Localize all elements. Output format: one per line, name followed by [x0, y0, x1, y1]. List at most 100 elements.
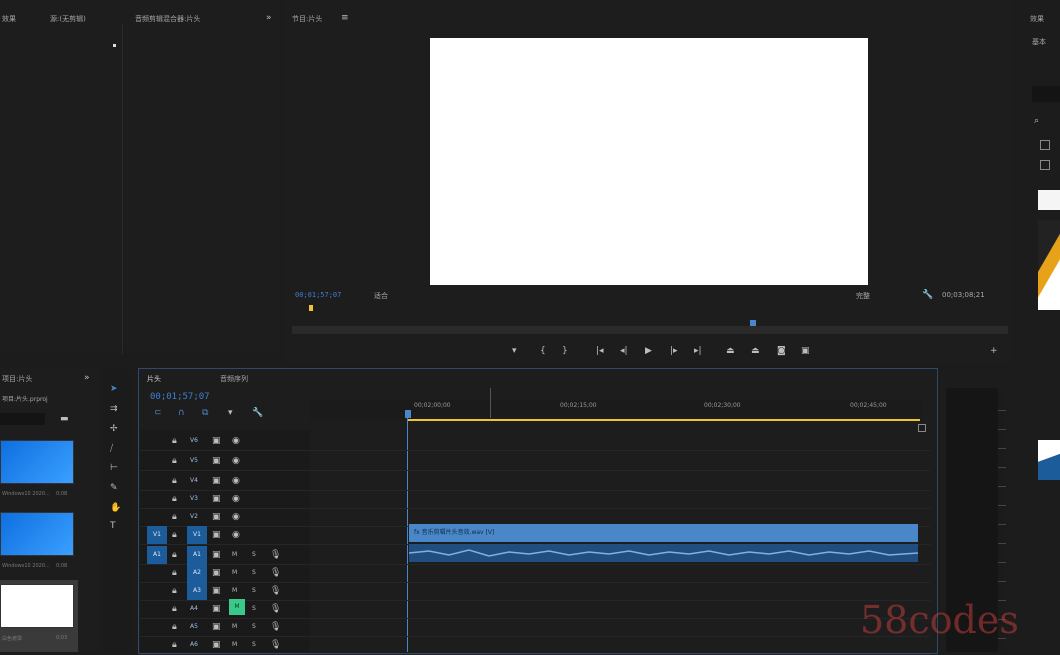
- mic-icon[interactable]: 🎙︎: [270, 550, 281, 560]
- mic-icon[interactable]: 🎙︎: [270, 568, 281, 578]
- razor-icon[interactable]: ⧸: [110, 444, 113, 454]
- audio-clip[interactable]: [409, 544, 918, 562]
- add-marker-icon[interactable]: ▾: [512, 346, 517, 356]
- program-monitor-title[interactable]: 节目:片头: [292, 14, 322, 24]
- preset-thumb-2[interactable]: [1038, 220, 1060, 310]
- effects-panel-title[interactable]: 效果: [2, 14, 16, 24]
- double-chevron-icon[interactable]: »: [266, 13, 272, 23]
- mic-icon[interactable]: 🎙︎: [270, 586, 281, 596]
- track-label-a5[interactable]: A5: [187, 620, 201, 634]
- audio-mixer-tab[interactable]: 音频剪辑混合器:片头: [135, 14, 200, 24]
- ripple-edit-icon[interactable]: ✢: [110, 424, 118, 434]
- type-tool-icon[interactable]: T: [110, 521, 116, 531]
- project-thumb-2[interactable]: [0, 512, 74, 556]
- snap-icon[interactable]: ∩: [178, 408, 185, 418]
- lock-icon[interactable]: 🔒︎: [172, 550, 177, 560]
- mic-icon[interactable]: 🎙︎: [270, 622, 281, 632]
- step-back-icon[interactable]: ◂|: [620, 346, 628, 356]
- track-label-v6[interactable]: V6: [187, 434, 201, 448]
- timeline-ruler[interactable]: [310, 400, 922, 420]
- lock-icon[interactable]: 🔒︎: [172, 494, 177, 504]
- track-end-handle[interactable]: [918, 424, 926, 432]
- export-frame-icon[interactable]: ◙: [777, 346, 786, 356]
- project-search-field[interactable]: [0, 413, 45, 425]
- track-label-v4[interactable]: V4: [187, 474, 201, 488]
- selection-tool-icon[interactable]: ➤: [110, 384, 118, 394]
- quality-dropdown[interactable]: 完整: [856, 291, 870, 301]
- mark-out-icon[interactable]: }: [562, 346, 568, 356]
- eye-icon[interactable]: ◉: [232, 512, 240, 522]
- play-icon[interactable]: ▶: [645, 346, 652, 356]
- lock-icon[interactable]: 🔒︎: [172, 586, 177, 596]
- mic-icon[interactable]: 🎙︎: [270, 604, 281, 614]
- solo-button[interactable]: S: [252, 586, 256, 596]
- step-forward-icon[interactable]: |▸: [670, 346, 678, 356]
- fit-dropdown[interactable]: 适合: [374, 291, 388, 301]
- menu-icon[interactable]: ≡: [341, 13, 349, 23]
- solo-button[interactable]: S: [252, 550, 256, 560]
- sync-icon[interactable]: ▣: [212, 512, 221, 522]
- work-area-bar[interactable]: [408, 419, 920, 421]
- timeline-tab-2[interactable]: 音频序列: [220, 374, 248, 384]
- timeline-timecode[interactable]: 00;01;57;07: [150, 392, 210, 402]
- sync-icon[interactable]: ▣: [212, 530, 221, 540]
- right-search-field[interactable]: [1032, 86, 1060, 102]
- preset-thumb-3[interactable]: [1038, 440, 1060, 480]
- sync-icon[interactable]: ▣: [212, 604, 221, 614]
- mute-button[interactable]: M: [232, 622, 237, 632]
- mute-button[interactable]: M: [232, 550, 237, 560]
- lock-icon[interactable]: 🔒︎: [172, 436, 177, 446]
- checkbox-1[interactable]: [1040, 140, 1050, 150]
- mute-button[interactable]: M: [232, 640, 237, 650]
- track-label-v5[interactable]: V5: [187, 454, 201, 468]
- linked-selection-icon[interactable]: ⧉: [202, 408, 208, 418]
- lock-icon[interactable]: 🔒︎: [172, 604, 177, 614]
- program-playhead[interactable]: [750, 320, 756, 326]
- source-patch-a[interactable]: A1: [147, 546, 167, 564]
- mute-button-active[interactable]: M: [229, 599, 245, 615]
- timeline-tab-active[interactable]: 片头: [147, 374, 161, 384]
- track-label-a2[interactable]: A2: [187, 564, 207, 582]
- mark-in-icon[interactable]: {: [540, 346, 546, 356]
- hand-icon[interactable]: ✋: [110, 503, 121, 513]
- lock-icon[interactable]: 🔒︎: [172, 476, 177, 486]
- eye-icon[interactable]: ◉: [232, 476, 240, 486]
- solo-button[interactable]: S: [252, 622, 256, 632]
- source-patch-v[interactable]: V1: [147, 526, 167, 544]
- lock-icon[interactable]: 🔒︎: [172, 640, 177, 650]
- search-icon[interactable]: ⌕: [1034, 116, 1039, 126]
- track-label-a3[interactable]: A3: [187, 582, 207, 600]
- project-thumb-3[interactable]: [0, 584, 74, 628]
- track-label-v2[interactable]: V2: [187, 510, 201, 524]
- go-to-out-icon[interactable]: ▸|: [694, 346, 702, 356]
- right-panel-title[interactable]: 效果: [1030, 14, 1044, 24]
- track-label-v1[interactable]: V1: [187, 526, 207, 544]
- sync-icon[interactable]: ▣: [212, 494, 221, 504]
- new-bin-icon[interactable]: ▬: [60, 414, 69, 424]
- go-to-in-icon[interactable]: |◂: [596, 346, 604, 356]
- program-scrubber[interactable]: [292, 326, 1008, 334]
- mute-button[interactable]: M: [232, 586, 237, 596]
- mute-button[interactable]: M: [232, 568, 237, 578]
- lift-icon[interactable]: ⏏: [726, 346, 735, 356]
- eye-icon[interactable]: ◉: [232, 530, 240, 540]
- pen-icon[interactable]: ✎: [110, 483, 118, 493]
- double-chevron-icon[interactable]: »: [84, 373, 90, 383]
- sync-icon[interactable]: ▣: [212, 586, 221, 596]
- solo-button[interactable]: S: [252, 604, 256, 614]
- preset-thumb-1[interactable]: [1038, 190, 1060, 210]
- lock-icon[interactable]: 🔒︎: [172, 622, 177, 632]
- extract-icon[interactable]: ⏏: [751, 346, 760, 356]
- eye-icon[interactable]: ◉: [232, 456, 240, 466]
- project-panel-title[interactable]: 项目:片头: [2, 374, 32, 384]
- track-label-a6[interactable]: A6: [187, 638, 201, 652]
- sync-icon[interactable]: ▣: [212, 456, 221, 466]
- sync-icon[interactable]: ▣: [212, 568, 221, 578]
- sync-icon[interactable]: ▣: [212, 476, 221, 486]
- lock-icon[interactable]: 🔒︎: [172, 568, 177, 578]
- sync-icon[interactable]: ▣: [212, 640, 221, 650]
- eye-icon[interactable]: ◉: [232, 494, 240, 504]
- add-marker-icon[interactable]: ▾: [228, 408, 233, 418]
- project-thumb-1[interactable]: [0, 440, 74, 484]
- checkbox-2[interactable]: [1040, 160, 1050, 170]
